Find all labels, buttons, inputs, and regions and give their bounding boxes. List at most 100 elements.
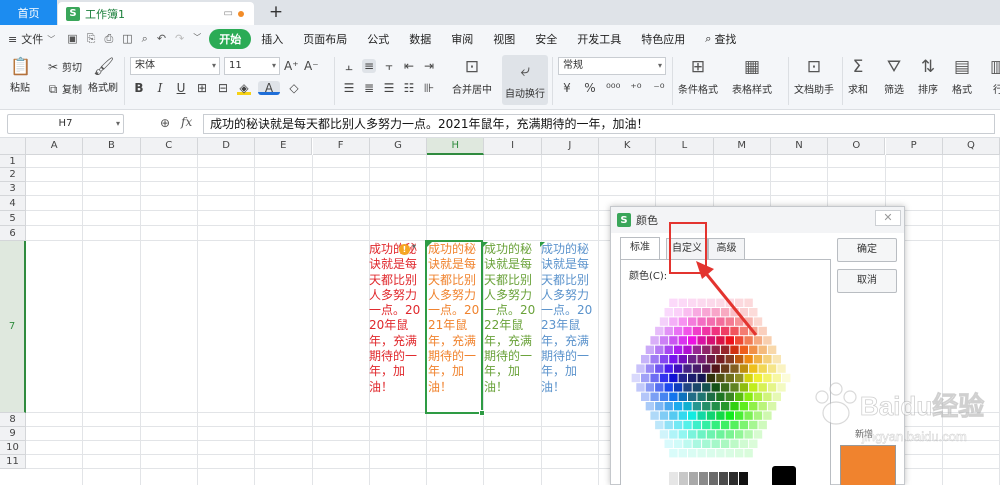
tab-insert[interactable]: 插入 [251,31,293,47]
color-swatch[interactable] [697,355,706,364]
color-swatch[interactable] [645,345,655,354]
color-swatch[interactable] [716,411,725,420]
color-swatch[interactable] [678,411,687,420]
print-icon[interactable]: ⎙ [104,32,113,46]
color-swatch[interactable] [749,345,758,354]
color-swatch[interactable] [641,392,650,401]
gray-swatch[interactable] [669,472,678,485]
name-box[interactable]: H7 ▾ [7,114,124,134]
color-swatch[interactable] [711,439,720,448]
color-swatch[interactable] [720,439,730,448]
color-swatch[interactable] [767,402,777,411]
cancel-button[interactable]: 取消 [837,269,897,293]
document-tab[interactable]: S 工作簿1 ▭ [58,2,254,25]
color-swatch[interactable] [739,420,749,430]
undo-icon[interactable]: ↶ [157,32,166,46]
gray-swatch[interactable] [689,472,698,485]
tab-page-layout[interactable]: 页面布局 [293,31,357,47]
color-swatch[interactable] [664,326,673,336]
warning-icon[interactable]: ! [399,244,410,255]
color-swatch[interactable] [669,355,678,364]
row-header-3[interactable]: 3 [0,182,26,196]
color-swatch[interactable] [763,411,772,420]
row-header-8[interactable]: 8 [0,413,26,427]
color-swatch[interactable] [739,364,749,373]
row-header-5[interactable]: 5 [0,211,26,226]
font-size-select[interactable]: 11 ▾ [224,57,280,75]
row-header-10[interactable]: 10 [0,441,26,455]
color-swatch[interactable] [725,373,734,383]
column-header-g[interactable]: G [369,138,428,155]
color-swatch[interactable] [650,392,659,401]
color-swatch[interactable] [664,402,673,411]
color-swatch[interactable] [720,364,730,373]
indent-increase-icon[interactable]: ⇥ [422,59,436,73]
color-swatch[interactable] [735,392,744,401]
column-header-n[interactable]: N [770,138,829,155]
row-header-11[interactable]: 11 [0,455,26,469]
color-swatch[interactable] [688,373,697,383]
column-header-b[interactable]: B [83,138,141,155]
cell-i7[interactable]: 成功的秘诀就是每天都比别人多努力一点。2022年鼠年，充满期待的一年，加油！ [483,242,540,413]
color-swatch[interactable] [702,364,711,373]
color-swatch[interactable] [678,392,687,401]
color-swatch[interactable] [730,402,739,411]
color-swatch[interactable] [711,402,720,411]
color-swatch[interactable] [669,411,678,420]
color-swatch[interactable] [716,392,725,401]
color-swatch[interactable] [678,317,687,326]
color-swatch[interactable] [683,345,692,354]
color-swatch[interactable] [669,449,678,458]
gray-swatch[interactable] [699,472,708,485]
gray-swatch[interactable] [729,472,738,485]
color-swatch[interactable] [655,326,664,336]
color-swatch[interactable] [678,355,687,364]
color-swatch[interactable] [767,364,777,373]
color-swatch[interactable] [673,308,683,317]
color-swatch[interactable] [669,392,678,401]
color-swatch[interactable] [749,439,758,448]
decrease-decimal-icon[interactable]: ⁻⁰ [652,81,666,95]
thousands-icon[interactable]: ⁰⁰⁰ [606,81,620,95]
chevron-down-icon[interactable]: ▾ [412,242,416,251]
color-swatch[interactable] [753,373,763,383]
color-swatch[interactable] [692,420,702,430]
merge-center-button[interactable]: ⊡ 合并居中 [452,57,492,96]
paste-button[interactable]: 📋 粘贴 [10,57,31,94]
column-header-f[interactable]: F [312,138,370,155]
home-tab[interactable]: 首页 [0,0,57,25]
color-swatch[interactable] [749,364,758,373]
align-left-icon[interactable]: ☰ [342,81,356,95]
new-tab-button[interactable]: + [266,2,286,22]
color-swatch[interactable] [692,364,702,373]
color-swatch[interactable] [650,411,659,420]
row-col-button[interactable]: ▥ 行 [988,57,1000,96]
color-swatch[interactable] [631,373,640,383]
color-swatch[interactable] [683,364,692,373]
align-center-icon[interactable]: ≣ [362,81,376,95]
color-swatch[interactable] [749,383,758,392]
sort-button[interactable]: ⇅ 排序 [918,57,938,96]
color-swatch[interactable] [758,345,767,354]
color-swatch[interactable] [730,364,739,373]
color-swatch[interactable] [730,439,739,448]
color-swatch[interactable] [692,345,702,354]
decrease-font-icon[interactable]: A⁻ [304,59,319,73]
color-swatch[interactable] [697,373,706,383]
color-swatch[interactable] [641,355,650,364]
color-swatch[interactable] [767,345,777,354]
color-swatch[interactable] [716,373,725,383]
color-swatch[interactable] [678,430,687,439]
color-swatch[interactable] [645,402,655,411]
bold-icon[interactable]: B [132,81,146,95]
color-swatch[interactable] [650,355,659,364]
color-swatch[interactable] [735,411,744,420]
color-swatch[interactable] [772,373,781,383]
redo-icon[interactable]: ↷ [175,32,184,46]
column-header-e[interactable]: E [255,138,313,155]
cell-g7[interactable]: 成功的秘诀就是每天都比别人多努力一点。2020年鼠年，充满期待的一年，加油！ [368,242,425,413]
color-swatch[interactable] [697,411,706,420]
fill-color-icon[interactable]: ◈ [237,81,251,95]
column-header-o[interactable]: O [828,138,886,155]
find-replace-icon[interactable]: ⌕ [142,32,148,46]
